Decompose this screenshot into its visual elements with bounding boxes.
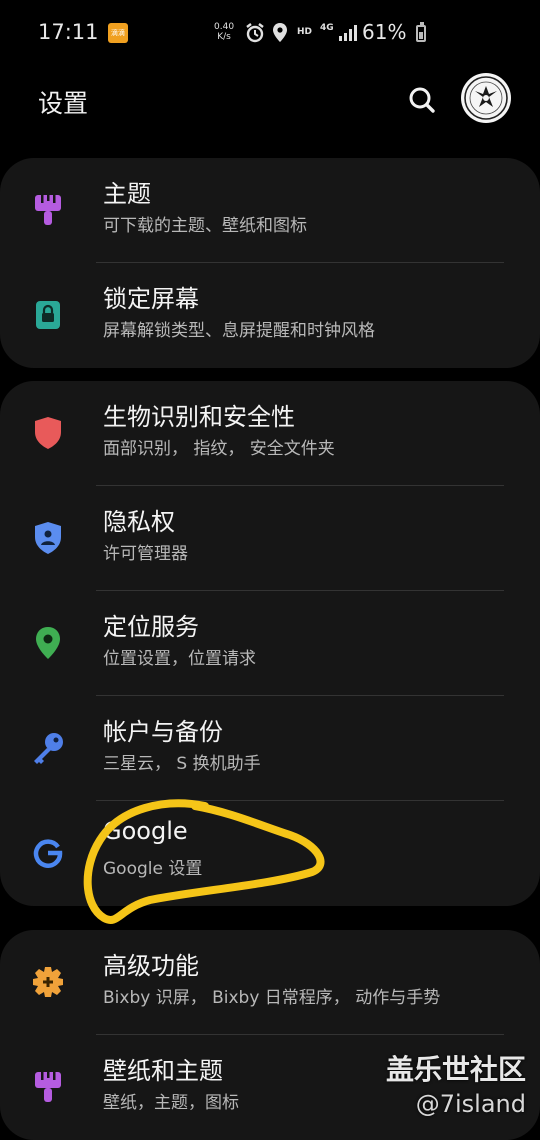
alarm-icon	[246, 23, 264, 43]
settings-item-advanced-features[interactable]: 高级功能 Bixby 识屏， Bixby 日常程序， 动作与手势	[0, 930, 540, 1035]
settings-item-subtitle: 位置设置，位置请求	[103, 649, 256, 669]
settings-item-subtitle: 许可管理器	[103, 544, 188, 564]
battery-percent: 61%	[362, 20, 407, 44]
search-button[interactable]	[402, 80, 442, 120]
theme-brush-icon	[30, 1069, 66, 1105]
settings-item-title: Google	[103, 817, 188, 845]
settings-item-title: 隐私权	[103, 508, 175, 536]
network-speed-unit: K/s	[217, 32, 231, 42]
signal-icon	[339, 25, 357, 41]
watermark-handle: @7island	[415, 1090, 526, 1118]
hd-voice-indicator: HD	[297, 27, 313, 37]
status-time: 17:11	[38, 20, 99, 44]
notification-app-icon: 滴滴	[108, 23, 128, 43]
settings-item-subtitle: 三星云， S 换机助手	[103, 754, 261, 774]
location-pin-icon	[30, 625, 66, 661]
settings-item-title: 定位服务	[103, 613, 199, 641]
settings-item-location[interactable]: 定位服务 位置设置，位置请求	[0, 591, 540, 696]
network-speed: 0.40 K/s	[214, 22, 234, 42]
key-icon	[30, 730, 66, 766]
settings-item-subtitle: 可下载的主题、壁纸和图标	[103, 216, 307, 236]
settings-group-personalization: 主题 可下载的主题、壁纸和图标 锁定屏幕 屏幕解锁类型、息屏提醒和时钟风格	[0, 158, 540, 368]
network-speed-value: 0.40	[214, 22, 235, 32]
settings-item-title: 帐户与备份	[103, 718, 223, 746]
settings-item-lock-screen[interactable]: 锁定屏幕 屏幕解锁类型、息屏提醒和时钟风格	[0, 263, 540, 368]
search-icon	[409, 87, 435, 113]
settings-item-themes[interactable]: 主题 可下载的主题、壁纸和图标	[0, 158, 540, 263]
settings-item-subtitle: Google 设置	[103, 859, 203, 879]
battery-icon	[416, 22, 426, 42]
theme-brush-icon	[30, 192, 66, 228]
lock-icon	[30, 297, 66, 333]
location-status-icon	[273, 23, 287, 42]
settings-item-subtitle: 屏幕解锁类型、息屏提醒和时钟风格	[103, 321, 375, 341]
settings-group-security: 生物识别和安全性 面部识别， 指纹， 安全文件夹 隐私权 许可管理器 定位服务 …	[0, 381, 540, 906]
gear-plus-icon	[30, 964, 66, 1000]
settings-item-subtitle: 面部识别， 指纹， 安全文件夹	[103, 439, 335, 459]
status-bar: 17:11 滴滴 0.40 K/s HD 4G 61%	[0, 0, 540, 68]
settings-item-google[interactable]: Google Google 设置	[0, 801, 540, 906]
settings-item-title: 生物识别和安全性	[103, 403, 295, 431]
avatar-emblem-icon	[464, 76, 508, 120]
settings-item-title: 主题	[103, 180, 151, 208]
settings-item-subtitle: 壁纸，主题，图标	[103, 1093, 239, 1113]
shield-icon	[30, 415, 66, 451]
settings-item-title: 锁定屏幕	[103, 285, 199, 313]
settings-item-biometrics-security[interactable]: 生物识别和安全性 面部识别， 指纹， 安全文件夹	[0, 381, 540, 486]
page-header: 设置	[0, 68, 540, 148]
watermark-title: 盖乐世社区	[385, 1053, 526, 1086]
page-title: 设置	[38, 89, 89, 118]
settings-item-title: 壁纸和主题	[103, 1057, 223, 1085]
settings-item-title: 高级功能	[103, 952, 199, 980]
privacy-shield-icon	[30, 520, 66, 556]
settings-item-privacy[interactable]: 隐私权 许可管理器	[0, 486, 540, 591]
network-type: 4G	[320, 23, 334, 33]
profile-avatar[interactable]	[461, 73, 511, 123]
settings-item-subtitle: Bixby 识屏， Bixby 日常程序， 动作与手势	[103, 988, 441, 1008]
settings-item-accounts-backup[interactable]: 帐户与备份 三星云， S 换机助手	[0, 696, 540, 801]
google-g-icon	[30, 835, 66, 871]
